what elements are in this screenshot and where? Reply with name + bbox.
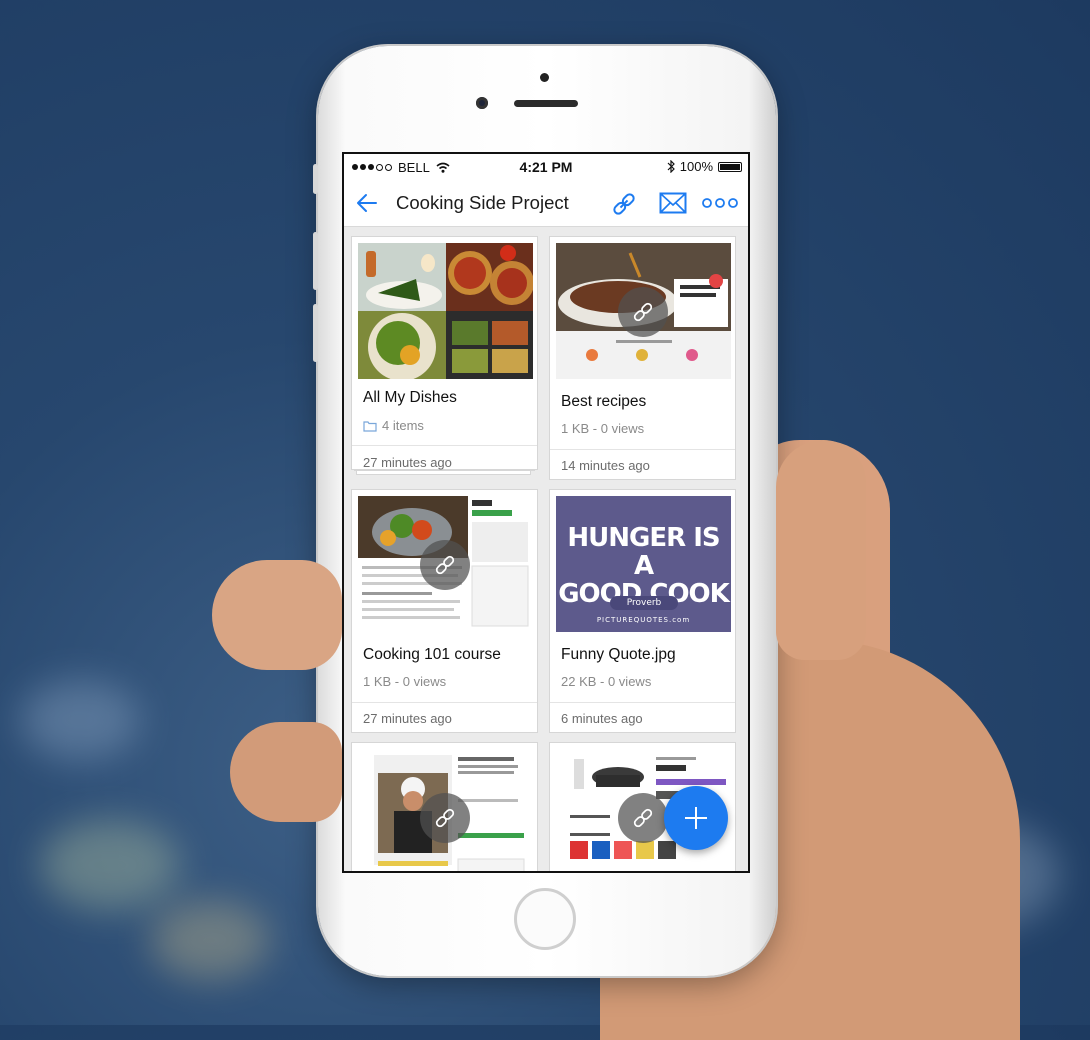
- add-button[interactable]: [664, 786, 728, 850]
- card-meta: 4 items: [363, 418, 424, 433]
- background-bokeh: [150, 900, 270, 980]
- card-divider: [550, 702, 735, 703]
- file-card-link[interactable]: Cooking 101 course 1 KB - 0 views 27 min…: [351, 489, 538, 733]
- status-bar: BELL 4:21 PM 100%: [344, 154, 748, 180]
- card-time: 27 minutes ago: [363, 455, 452, 470]
- folder-icon: [363, 420, 377, 432]
- battery-icon: [718, 161, 742, 172]
- link-badge-icon: [420, 540, 470, 590]
- page-title: Cooking Side Project: [396, 192, 569, 213]
- card-time: 6 minutes ago: [561, 711, 643, 726]
- card-meta: 22 KB - 0 views: [561, 674, 652, 689]
- hand-finger: [776, 440, 866, 660]
- phone-mute-switch: [313, 164, 318, 194]
- food-collage-image: [358, 243, 533, 379]
- card-time: 14 minutes ago: [561, 458, 650, 473]
- link-badge-icon: [618, 793, 668, 843]
- card-meta: 1 KB - 0 views: [363, 674, 447, 689]
- quote-image: HUNGER IS A GOOD COOK Proverb PICTUREQUOT…: [556, 496, 731, 632]
- background-bokeh: [40, 820, 180, 910]
- quote-source: PICTUREQUOTES.com: [596, 616, 691, 624]
- proximity-sensor: [540, 73, 549, 82]
- card-title: Best recipes: [561, 393, 647, 410]
- item-count: 4 items: [382, 418, 424, 433]
- more-icon[interactable]: [702, 197, 738, 209]
- status-right: 100%: [667, 159, 742, 174]
- mail-icon[interactable]: [659, 192, 687, 214]
- phone-volume-down: [313, 304, 318, 362]
- earpiece-speaker: [514, 100, 578, 107]
- quote-tag: Proverb: [610, 596, 678, 610]
- battery-percent: 100%: [679, 159, 713, 174]
- file-card-link[interactable]: [351, 742, 538, 871]
- card-divider: [352, 445, 537, 446]
- nav-bar: Cooking Side Project: [344, 180, 748, 227]
- back-arrow-icon[interactable]: [354, 190, 380, 216]
- card-meta: 1 KB - 0 views: [561, 421, 645, 436]
- hand-thumb: [212, 560, 342, 670]
- card-divider: [550, 449, 735, 450]
- bluetooth-icon: [667, 160, 675, 173]
- card-time: 27 minutes ago: [363, 711, 452, 726]
- home-button[interactable]: [514, 888, 576, 950]
- front-camera: [476, 97, 488, 109]
- plus-icon: [685, 807, 707, 829]
- file-card-folder[interactable]: All My Dishes 4 items 27 minutes ago: [351, 236, 538, 470]
- card-title: All My Dishes: [363, 389, 457, 406]
- phone-volume-up: [313, 232, 318, 290]
- card-title: Funny Quote.jpg: [561, 646, 676, 663]
- card-divider: [352, 702, 537, 703]
- file-card-image[interactable]: HUNGER IS A GOOD COOK Proverb PICTUREQUOT…: [549, 489, 736, 733]
- folder-thumbnail: [358, 243, 533, 379]
- link-icon[interactable]: [610, 190, 638, 218]
- hand-finger: [230, 722, 342, 822]
- app-screen: BELL 4:21 PM 100% Cooking Side Project A…: [342, 152, 750, 873]
- link-badge-icon: [618, 287, 668, 337]
- link-badge-icon: [420, 793, 470, 843]
- card-title: Cooking 101 course: [363, 646, 501, 663]
- background-bokeh: [20, 680, 140, 760]
- file-card-link[interactable]: Best recipes 1 KB - 0 views 14 minutes a…: [549, 236, 736, 480]
